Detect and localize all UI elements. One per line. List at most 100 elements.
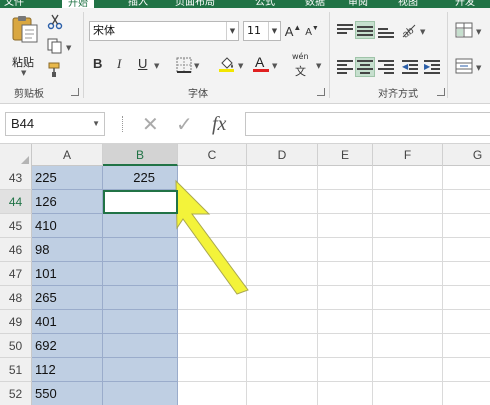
cell-g49[interactable] (443, 310, 490, 334)
phonetic-button[interactable]: wén 文 (292, 52, 314, 78)
tab-file[interactable]: 文件 (4, 0, 24, 8)
cell-d43[interactable] (247, 166, 318, 190)
merge-cells-dropdown-icon[interactable]: ▼ (476, 64, 481, 72)
phonetic-dropdown-icon[interactable]: ▼ (316, 62, 321, 70)
tab-review[interactable]: 审阅 (348, 0, 368, 8)
cell-e43[interactable] (318, 166, 373, 190)
cell-d50[interactable] (247, 334, 318, 358)
underline-button[interactable]: U (138, 56, 147, 71)
cell-g51[interactable] (443, 358, 490, 382)
cell-b50[interactable] (103, 334, 178, 358)
cell-a45[interactable]: 410 (32, 214, 103, 238)
cell-b45[interactable] (103, 214, 178, 238)
cell-c50[interactable] (178, 334, 247, 358)
bold-button[interactable]: B (93, 56, 102, 71)
cell-d51[interactable] (247, 358, 318, 382)
row-header-48[interactable]: 48 (0, 286, 32, 310)
cell-e44[interactable] (318, 190, 373, 214)
cell-f45[interactable] (373, 214, 443, 238)
tab-page-layout[interactable]: 页面布局 (175, 0, 215, 8)
decrease-indent-icon[interactable]: ◀ (402, 60, 418, 74)
align-middle-icon[interactable] (355, 21, 375, 39)
grow-font-button[interactable]: A ▲ (285, 23, 302, 39)
cell-a44[interactable]: 126 (32, 190, 103, 214)
font-size-dropdown-icon[interactable]: ▼ (268, 22, 280, 40)
cell-b43[interactable]: 225 (103, 166, 178, 190)
row-header-44[interactable]: 44 (0, 190, 32, 214)
column-header-g[interactable]: G (443, 144, 490, 166)
cell-f47[interactable] (373, 262, 443, 286)
cell-c49[interactable] (178, 310, 247, 334)
tab-data[interactable]: 数据 (305, 0, 325, 8)
orientation-dropdown-icon[interactable]: ▼ (420, 28, 425, 36)
copy-dropdown-icon[interactable]: ▼ (66, 44, 71, 52)
cell-b51[interactable] (103, 358, 178, 382)
borders-icon[interactable] (176, 57, 192, 73)
font-color-dropdown-icon[interactable]: ▼ (272, 62, 277, 70)
cell-c48[interactable] (178, 286, 247, 310)
cell-f50[interactable] (373, 334, 443, 358)
cell-b48[interactable] (103, 286, 178, 310)
cell-e48[interactable] (318, 286, 373, 310)
align-right-icon[interactable] (378, 60, 394, 74)
cell-c46[interactable] (178, 238, 247, 262)
cell-d49[interactable] (247, 310, 318, 334)
cell-f51[interactable] (373, 358, 443, 382)
font-launcher-icon[interactable] (317, 88, 325, 96)
font-size-combo[interactable]: 11 ▼ (243, 21, 281, 41)
cell-e49[interactable] (318, 310, 373, 334)
paste-dropdown-icon[interactable]: ▼ (21, 69, 26, 77)
cell-g47[interactable] (443, 262, 490, 286)
tab-home[interactable]: 开始 (62, 0, 94, 8)
row-header-50[interactable]: 50 (0, 334, 32, 358)
shrink-font-button[interactable]: A ▼ (305, 25, 319, 39)
cell-b49[interactable] (103, 310, 178, 334)
wrap-text-dropdown-icon[interactable]: ▼ (476, 28, 481, 36)
cell-g44[interactable] (443, 190, 490, 214)
cell-g45[interactable] (443, 214, 490, 238)
cell-f46[interactable] (373, 238, 443, 262)
column-header-e[interactable]: E (318, 144, 373, 166)
column-header-c[interactable]: C (178, 144, 247, 166)
cell-d52[interactable] (247, 382, 318, 405)
formula-bar-grip[interactable] (122, 116, 124, 132)
cell-d46[interactable] (247, 238, 318, 262)
align-bottom-icon[interactable] (378, 24, 394, 38)
formula-input[interactable] (245, 112, 490, 136)
cut-icon[interactable] (47, 14, 63, 30)
cell-e51[interactable] (318, 358, 373, 382)
row-header-47[interactable]: 47 (0, 262, 32, 286)
row-header-49[interactable]: 49 (0, 310, 32, 334)
row-header-52[interactable]: 52 (0, 382, 32, 405)
tab-insert[interactable]: 插入 (128, 0, 148, 8)
cell-a51[interactable]: 112 (32, 358, 103, 382)
cell-c51[interactable] (178, 358, 247, 382)
cell-g46[interactable] (443, 238, 490, 262)
fill-color-icon[interactable] (218, 55, 236, 73)
align-top-icon[interactable] (337, 24, 353, 38)
enter-entry-icon[interactable]: ✓ (176, 112, 193, 136)
cell-c43[interactable] (178, 166, 247, 190)
clipboard-launcher-icon[interactable] (71, 88, 79, 96)
tab-formulas[interactable]: 公式 (255, 0, 275, 8)
row-header-46[interactable]: 46 (0, 238, 32, 262)
cell-f44[interactable] (373, 190, 443, 214)
column-header-d[interactable]: D (247, 144, 318, 166)
cell-c47[interactable] (178, 262, 247, 286)
cell-c45[interactable] (178, 214, 247, 238)
row-header-43[interactable]: 43 (0, 166, 32, 190)
column-header-b[interactable]: B (103, 144, 178, 166)
tab-developer[interactable]: 开发 (455, 0, 475, 8)
cell-d45[interactable] (247, 214, 318, 238)
cell-a46[interactable]: 98 (32, 238, 103, 262)
cell-f52[interactable] (373, 382, 443, 405)
cell-e52[interactable] (318, 382, 373, 405)
cell-d48[interactable] (247, 286, 318, 310)
align-left-icon[interactable] (337, 60, 353, 74)
cancel-entry-icon[interactable]: ✕ (142, 112, 159, 136)
cell-a50[interactable]: 692 (32, 334, 103, 358)
cell-d44[interactable] (247, 190, 318, 214)
name-box[interactable]: B44 ▼ (5, 112, 105, 136)
cell-g48[interactable] (443, 286, 490, 310)
cell-d47[interactable] (247, 262, 318, 286)
